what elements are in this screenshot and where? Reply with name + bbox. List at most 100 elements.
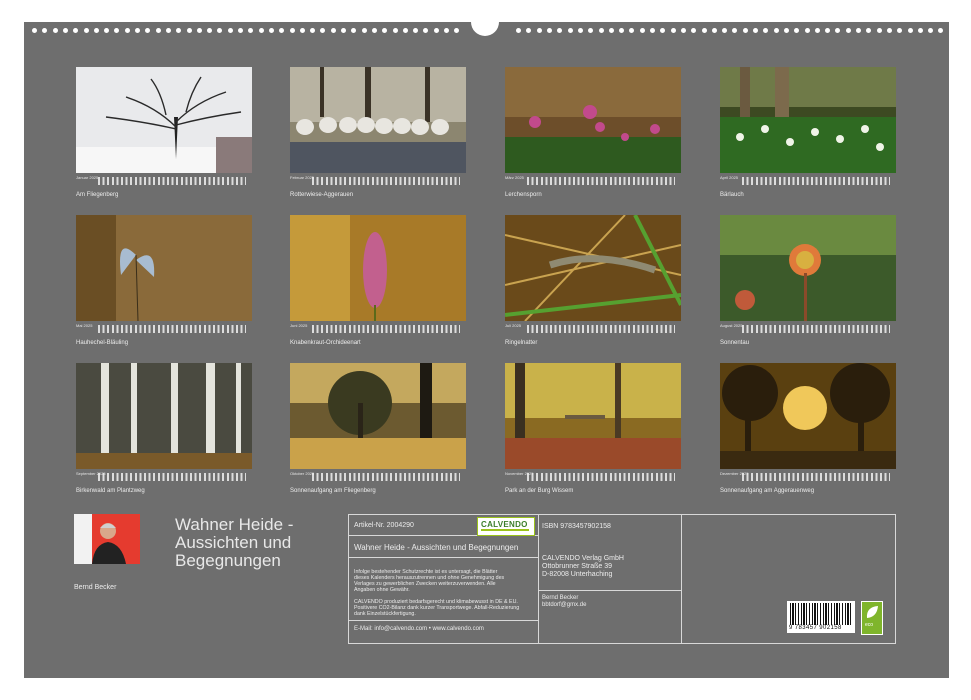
binding-hole	[145, 28, 151, 33]
binding-hole	[763, 28, 769, 33]
binding-hole	[248, 28, 254, 33]
binding-hole	[155, 28, 161, 33]
binding-hole	[268, 28, 274, 33]
binding-hole	[856, 28, 861, 33]
binding-hole	[598, 28, 604, 33]
binding-hole	[650, 28, 655, 33]
month-label: Juli 2025	[505, 324, 522, 328]
binding-hole	[691, 28, 697, 33]
month-caption: Sonnenaufgang am Aggerauenweg	[720, 488, 815, 494]
binding-hole	[361, 28, 367, 33]
binding-hole	[722, 28, 728, 33]
binding-hole	[670, 28, 676, 33]
binding-hole	[341, 28, 346, 33]
mini-month-calendar: Juli 2025	[505, 324, 675, 334]
binding-hole	[165, 28, 171, 33]
binding-hole	[454, 28, 460, 33]
binding-hole	[701, 28, 707, 33]
publisher-city: D-82008 Unterhaching	[542, 571, 613, 578]
binding-hole	[186, 28, 192, 33]
binding-hole	[711, 28, 717, 33]
binding-hole	[371, 28, 377, 33]
month-label: April 2025	[720, 176, 739, 180]
month-photo-orchid	[290, 215, 466, 321]
binding-hole	[608, 28, 614, 33]
binding-hole	[876, 28, 882, 33]
publisher-street: Ottobrunner Straße 39	[542, 563, 613, 570]
month-photo-butterfly	[76, 215, 252, 322]
month-caption: Am Fliegenberg	[76, 192, 119, 198]
binding-hole	[629, 28, 635, 33]
isbn-barcode: 9 783457 902158	[787, 601, 855, 633]
legal-notice: Infolge bestehender Schutzrechte ist es …	[354, 569, 505, 593]
mini-month-calendar: Mai 2025	[76, 324, 246, 334]
binding-hole	[444, 28, 449, 33]
binding-hole	[238, 28, 243, 33]
month-caption: Ringelnatter	[505, 340, 538, 346]
binding-hole	[433, 28, 439, 33]
binding-hole	[567, 28, 573, 33]
mini-month-calendar: Dezember 2025	[720, 472, 890, 482]
mini-month-calendar: September 2025	[76, 472, 246, 482]
binding-hole	[299, 28, 305, 33]
publisher-name: CALVENDO Verlag GmbH	[542, 555, 624, 562]
binding-hole	[32, 28, 37, 33]
mini-month-calendar: März 2025	[505, 176, 675, 186]
binding-hole	[773, 28, 779, 33]
binding-hole	[639, 28, 645, 33]
month-caption: Park an der Burg Wissem	[505, 488, 574, 494]
binding-hole	[279, 28, 285, 33]
binding-hole	[217, 28, 223, 33]
info-title: Wahner Heide - Aussichten und Begegnunge…	[354, 543, 519, 552]
binding-hole	[289, 28, 295, 33]
binding-hole	[866, 28, 872, 33]
binding-hole	[402, 28, 408, 33]
binding-hole	[557, 28, 563, 33]
binding-hole	[619, 28, 625, 33]
binding-hole	[330, 28, 336, 33]
binding-hole	[413, 28, 419, 33]
binding-hole	[660, 28, 666, 33]
month-caption: Hauhechel-Bläuling	[76, 340, 129, 346]
mini-month-calendar: April 2025	[720, 176, 890, 186]
author-credit: Bernd Becker	[542, 595, 579, 601]
month-label: Februar 2025	[290, 176, 315, 180]
binding-hole	[938, 28, 944, 33]
month-photo-snowy-tree	[76, 67, 252, 173]
month-caption: Lerchensporn	[505, 192, 542, 198]
binding-hole	[382, 28, 388, 33]
month-photo-autumn-park	[505, 363, 681, 469]
binding-hole	[62, 28, 68, 33]
binding-hole	[124, 28, 130, 33]
month-photo-sunrays	[720, 363, 896, 469]
binding-hole	[196, 28, 202, 33]
month-label: Juni 2025	[290, 324, 308, 328]
author-photo	[74, 514, 140, 564]
binding-hole	[320, 28, 326, 33]
binding-hole	[814, 28, 820, 33]
month-label: Mai 2025	[76, 324, 93, 328]
leaf-icon	[866, 606, 878, 618]
binding-hole	[577, 28, 583, 33]
binding-hole	[227, 28, 233, 33]
mini-month-calendar: Juni 2025	[290, 324, 460, 334]
binding-hole	[104, 28, 110, 33]
month-label: August 2025	[720, 324, 743, 328]
binding-hole	[835, 28, 841, 33]
month-photo-pink-flowers	[505, 67, 681, 173]
binding-hole	[825, 28, 831, 33]
binding-hole	[52, 28, 58, 33]
binding-hole	[526, 28, 532, 33]
month-photo-wild-garlic	[720, 67, 896, 173]
month-photo-birch	[76, 363, 252, 469]
month-caption: Sonnenaufgang am Fliegenberg	[290, 488, 376, 494]
mini-month-calendar: August 2025	[720, 324, 890, 334]
binding-hole	[783, 28, 789, 33]
binding-hole	[83, 28, 89, 33]
binding-hole	[588, 28, 594, 33]
binding-hole	[917, 28, 923, 33]
binding-hole	[680, 28, 686, 33]
calendar-title: Wahner Heide - Aussichten und Begegnunge…	[175, 515, 294, 570]
binding-hole	[392, 28, 398, 33]
binding-hole	[93, 28, 99, 33]
